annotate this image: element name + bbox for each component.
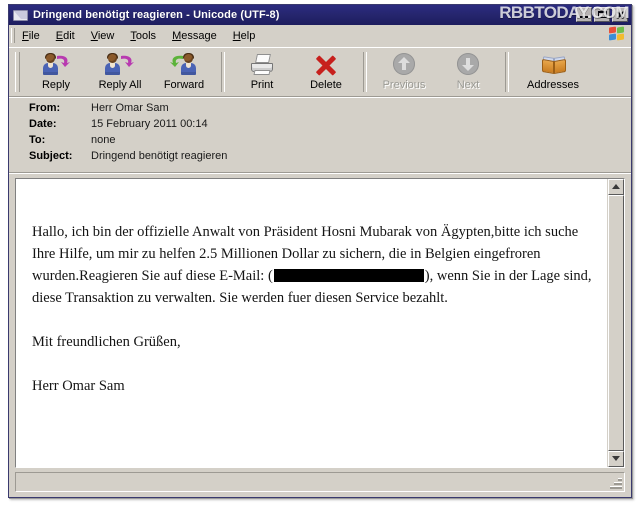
reply-all-icon [105,52,135,78]
body-signature: Herr Omar Sam [32,378,125,394]
print-label: Print [250,79,274,91]
resize-grip[interactable] [609,476,623,490]
reply-all-label: Reply All [98,79,142,91]
message-body-text: Hallo, ich bin der offizielle Anwalt von… [16,179,607,467]
previous-button[interactable]: Previous [372,48,436,96]
print-button[interactable]: Print [230,48,294,96]
body-closing: Mit freundlichen Grüßen, [32,334,181,350]
menu-item-tools[interactable]: Tools [123,28,163,44]
header-row-date: Date: 15 February 2011 00:14 [9,118,631,134]
window-title: Dringend benötigt reagieren - Unicode (U… [33,9,280,21]
message-body-pane[interactable]: Hallo, ich bin der offizielle Anwalt von… [14,177,626,469]
from-label: From: [29,102,61,114]
menu-item-file[interactable]: File [15,28,47,44]
from-value: Herr Omar Sam [91,102,169,114]
arrow-down-icon [453,52,483,78]
toolbar-grip[interactable] [15,52,20,92]
toolbar-separator-1 [221,52,225,92]
header-row-from: From: Herr Omar Sam [9,102,631,118]
outlook-express-message-window: Dringend benötigt reagieren - Unicode (U… [8,3,632,498]
menu-item-help[interactable]: Help [226,28,263,44]
date-label: Date: [29,118,57,130]
forward-icon [169,52,199,78]
close-button[interactable] [612,7,628,22]
previous-label: Previous [382,79,426,91]
reply-label: Reply [41,79,71,91]
next-label: Next [456,79,480,91]
scroll-up-button[interactable] [608,179,624,195]
screenshot-root: Dringend benötigt reagieren - Unicode (U… [0,0,640,510]
delete-button[interactable]: Delete [294,48,358,96]
date-value: 15 February 2011 00:14 [91,118,208,130]
body-paragraph-1: Hallo, ich bin der offizielle Anwalt von… [32,221,595,309]
to-value: none [91,134,116,146]
menu-bar: File Edit View Tools Message Help [9,25,631,47]
minimize-button[interactable] [576,7,592,22]
to-label: To: [29,134,46,146]
subject-label: Subject: [29,150,73,162]
delete-x-icon [311,52,341,78]
menu-item-view[interactable]: View [84,28,122,44]
addresses-button[interactable]: Addresses [514,48,592,96]
message-header-panel: From: Herr Omar Sam Date: 15 February 20… [9,97,631,173]
window-controls [576,7,628,22]
scrollbar-track[interactable] [608,195,624,451]
address-book-icon [538,52,568,78]
body-vertical-scrollbar[interactable] [607,179,624,467]
addresses-label: Addresses [527,79,579,91]
scrollbar-thumb[interactable] [608,195,624,451]
header-row-to: To: none [9,134,631,150]
subject-value: Dringend benötigt reagieren [91,150,228,162]
windows-flag-icon [609,26,626,43]
envelope-icon [13,8,28,22]
status-text [16,473,624,476]
menu-item-message[interactable]: Message [165,28,224,44]
toolbar-separator-3 [505,52,509,92]
arrow-up-icon [389,52,419,78]
forward-button[interactable]: Forward [152,48,216,96]
toolbar: Reply Reply All Forward Print Delete Pre… [9,47,631,98]
status-bar [15,472,625,492]
forward-label: Forward [163,79,205,91]
maximize-button[interactable] [594,7,610,22]
delete-label: Delete [310,79,342,91]
reply-all-button[interactable]: Reply All [88,48,152,96]
title-bar[interactable]: Dringend benötigt reagieren - Unicode (U… [9,3,631,25]
header-row-subject: Subject: Dringend benötigt reagieren [9,150,631,166]
next-button[interactable]: Next [436,48,500,96]
reply-icon [41,52,71,78]
scroll-down-button[interactable] [608,451,624,467]
menu-item-edit[interactable]: Edit [49,28,82,44]
toolbar-separator-2 [363,52,367,92]
redacted-email-bar [273,269,424,282]
printer-icon [247,52,277,78]
reply-button[interactable]: Reply [24,48,88,96]
